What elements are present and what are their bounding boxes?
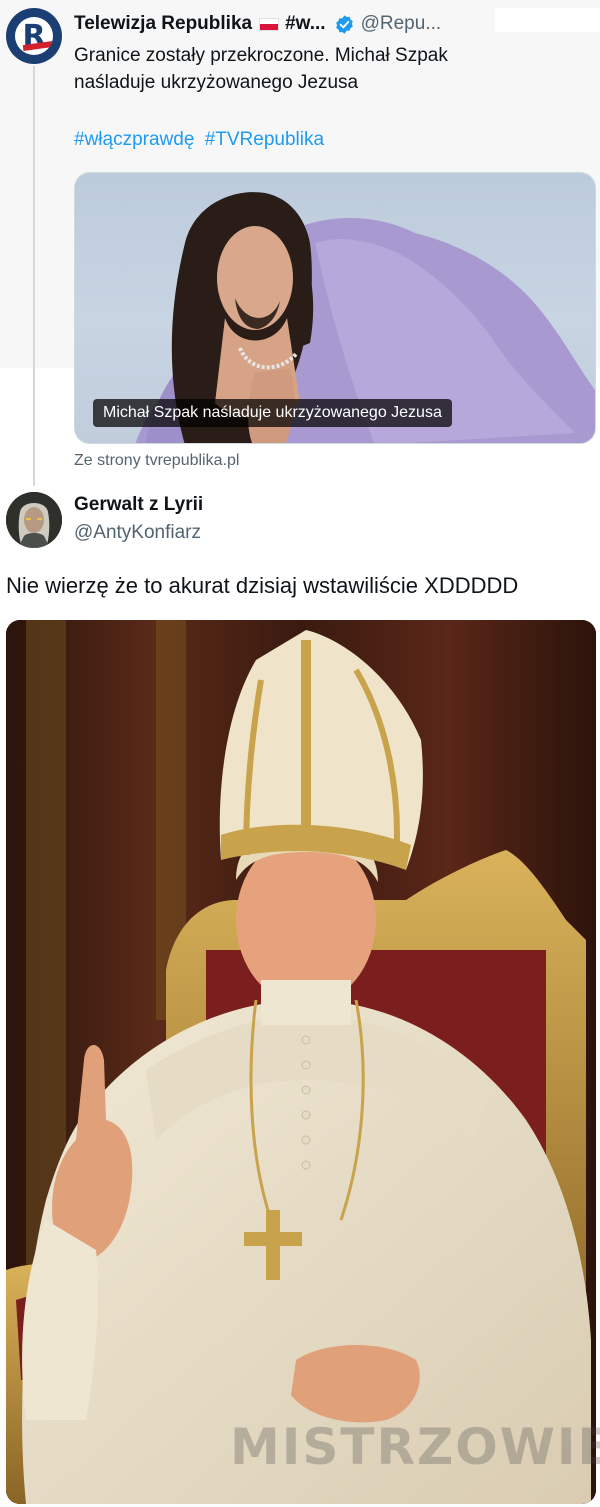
watermark: MISTRZOWIE [230, 1418, 600, 1476]
hashtag-link[interactable]: #włączprawdę [74, 129, 194, 150]
tweet-text-line: naśladuje ukrzyżowanego Jezusa [74, 72, 359, 93]
link-card[interactable]: Michał Szpak naśladuje ukrzyżowanego Jez… [74, 172, 596, 444]
quoted-tweet-header: Telewizja Republika #w... @Repu... [74, 10, 441, 38]
reply-handle[interactable]: @AntyKonfiarz [74, 522, 201, 544]
hashtags: #włączprawdę #TVRepublika [74, 126, 329, 153]
card-caption: Michał Szpak naśladuje ukrzyżowanego Jez… [93, 399, 452, 427]
witcher-avatar-icon[interactable] [6, 492, 62, 548]
poland-flag-icon [259, 17, 280, 31]
tweet-text-line: Granice zostały przekroczone. Michał Szp… [74, 45, 448, 66]
display-name-suffix[interactable]: #w... [285, 13, 325, 35]
hashtag-link[interactable]: #TVRepublika [205, 129, 324, 150]
display-name[interactable]: Telewizja Republika [74, 13, 252, 35]
verified-badge-icon [335, 14, 353, 34]
reply-display-name[interactable]: Gerwalt z Lyrii [74, 494, 203, 516]
redacted-area [495, 8, 600, 32]
pope-portrait-image[interactable] [6, 620, 596, 1504]
quoted-tweet-text: Granice zostały przekroczone. Michał Szp… [74, 42, 574, 96]
handle[interactable]: @Repu... [361, 13, 442, 35]
card-source[interactable]: Ze strony tvrepublika.pl [74, 452, 239, 470]
reply-tweet-text: Nie wierzę że to akurat dzisiaj wstawili… [6, 573, 519, 598]
tv-republika-logo-icon[interactable]: R [6, 8, 62, 64]
thread-line [33, 66, 35, 486]
